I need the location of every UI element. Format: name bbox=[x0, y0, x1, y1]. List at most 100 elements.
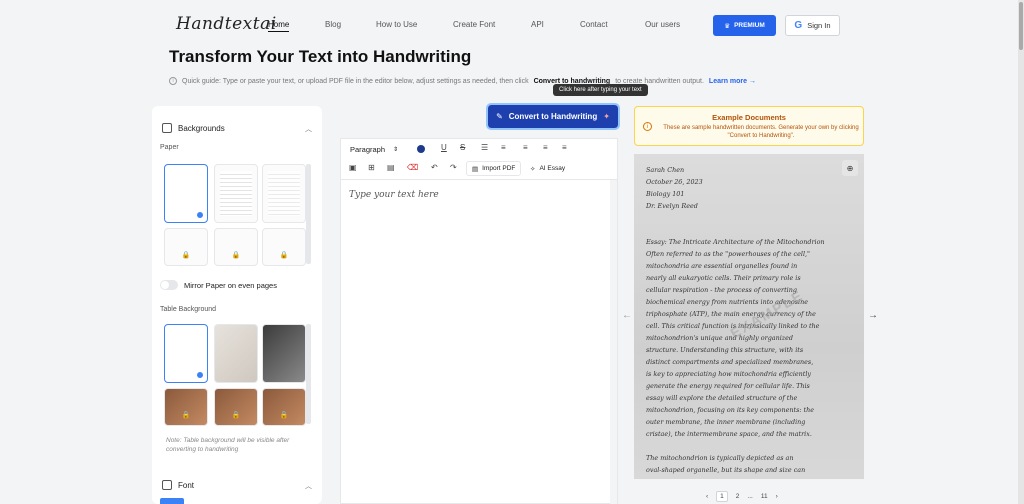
page-title: Transform Your Text into Handwriting bbox=[169, 47, 472, 66]
editor-scrollbar[interactable] bbox=[610, 180, 617, 504]
image-icon bbox=[162, 123, 172, 133]
table-tile-wood-3[interactable]: 🔒 bbox=[262, 388, 306, 426]
font-header[interactable]: Font bbox=[162, 480, 194, 490]
table-tile-wood-1[interactable]: 🔒 bbox=[164, 388, 208, 426]
selected-indicator bbox=[197, 212, 203, 218]
next-arrow-icon[interactable]: → bbox=[868, 310, 878, 321]
text-editor[interactable]: Type your text here bbox=[340, 180, 618, 504]
pager-next-icon[interactable]: › bbox=[776, 493, 778, 500]
lock-icon: 🔒 bbox=[181, 252, 191, 259]
pager-page-11[interactable]: 11 bbox=[761, 493, 768, 500]
table-tile-dark[interactable] bbox=[262, 324, 306, 383]
pager-page-2[interactable]: 2 bbox=[736, 493, 740, 500]
font-icon bbox=[162, 480, 172, 490]
nav-how-to-use[interactable]: How to Use bbox=[376, 20, 417, 29]
crown-icon: ♛ bbox=[724, 22, 731, 30]
premium-label: PREMIUM bbox=[734, 22, 765, 29]
nav-our-users[interactable]: Our users bbox=[645, 20, 680, 29]
premium-button[interactable]: ♛ PREMIUM bbox=[713, 15, 776, 36]
backgrounds-label: Backgrounds bbox=[178, 123, 225, 133]
nav-home[interactable]: Home bbox=[268, 20, 290, 32]
lock-icon: 🔒 bbox=[181, 412, 191, 419]
convert-label: Convert to Handwriting bbox=[508, 112, 598, 121]
chevron-up-icon[interactable]: ︿ bbox=[305, 481, 312, 491]
ai-essay-label: AI Essay bbox=[539, 165, 566, 172]
import-pdf-label: Import PDF bbox=[482, 165, 516, 172]
guide-text: Quick guide: Type or paste your text, or… bbox=[182, 77, 529, 85]
table-tile-white[interactable] bbox=[164, 324, 208, 383]
sign-in-button[interactable]: G Sign In bbox=[785, 15, 840, 36]
lock-icon: 🔒 bbox=[279, 412, 289, 419]
font-label: Font bbox=[178, 480, 195, 490]
editor-toolbar: Paragraph ⇕ U S ☰ ≡ ≡ ≡ ≡ ▣ ⊞ ▤ ⌫ ↶ ↷ ▤ … bbox=[340, 138, 618, 180]
top-header: Handtextai Home Blog How to Use Create F… bbox=[0, 0, 1018, 48]
ai-sparkle-icon: ✧ bbox=[530, 165, 536, 173]
backgrounds-header[interactable]: Backgrounds bbox=[162, 123, 225, 133]
table-tile-wood-2[interactable]: 🔒 bbox=[214, 388, 258, 426]
pager-prev-icon[interactable]: ‹ bbox=[706, 493, 708, 500]
paper-tile-grid[interactable]: 🔒 bbox=[262, 228, 306, 266]
underline-icon[interactable]: U bbox=[441, 143, 447, 152]
convert-tooltip: Click here after typing your text bbox=[553, 84, 648, 96]
handwriting-line: cristae), the intermembrane space, and t… bbox=[646, 430, 812, 438]
example-text: These are sample handwritten documents. … bbox=[663, 125, 859, 140]
paper-tile-lined[interactable] bbox=[214, 164, 258, 223]
nav-contact[interactable]: Contact bbox=[580, 20, 608, 29]
pagination: ‹ 1 2 ... 11 › bbox=[706, 491, 778, 502]
pager-page-1[interactable]: 1 bbox=[716, 491, 728, 502]
paper-tile-plain[interactable] bbox=[164, 164, 208, 223]
convert-to-handwriting-button[interactable]: ✎ Convert to Handwriting ✦ bbox=[486, 103, 620, 130]
nav-create-font[interactable]: Create Font bbox=[453, 20, 495, 29]
editor-placeholder: Type your text here bbox=[349, 190, 439, 200]
table-tile-beige[interactable] bbox=[214, 324, 258, 383]
lock-icon: 🔒 bbox=[231, 412, 241, 419]
quick-guide: i Quick guide: Type or paste your text, … bbox=[169, 77, 756, 85]
logo[interactable]: Handtextai bbox=[176, 14, 277, 34]
example-document-preview: Sarah Chen October 26, 2023 Biology 101 Dr.… bbox=[634, 154, 864, 479]
sparkle-icon: ✦ bbox=[603, 112, 610, 121]
strikethrough-icon[interactable]: S bbox=[460, 143, 465, 152]
paper-tile-lined-beige[interactable] bbox=[262, 164, 306, 223]
align-right-icon[interactable]: ≡ bbox=[562, 143, 567, 152]
numbered-list-icon[interactable]: ≡ bbox=[501, 143, 506, 152]
example-title: Example Documents bbox=[712, 113, 786, 122]
table-scrollbar[interactable] bbox=[306, 324, 311, 424]
settings-panel: Backgrounds ︿ Paper 🔒 🔒 🔒 Mirror Paper o… bbox=[152, 106, 322, 504]
paper-tile-spiral[interactable]: 🔒 bbox=[164, 228, 208, 266]
align-center-icon[interactable]: ≡ bbox=[543, 143, 548, 152]
handwriting-line: oval-shaped organelle, but its shape and… bbox=[646, 466, 806, 474]
redo-icon[interactable]: ↷ bbox=[450, 163, 457, 172]
ai-essay-button[interactable]: ✧ AI Essay bbox=[525, 161, 570, 176]
paragraph-select[interactable]: Paragraph ⇕ bbox=[347, 143, 401, 156]
undo-icon[interactable]: ↶ bbox=[431, 163, 438, 172]
selected-indicator bbox=[197, 372, 203, 378]
paper-scrollbar[interactable] bbox=[306, 164, 311, 264]
bullet-list-icon[interactable]: ☰ bbox=[481, 143, 488, 152]
paper-label: Paper bbox=[160, 144, 179, 151]
zoom-icon[interactable]: ⊕ bbox=[842, 160, 858, 176]
previous-arrow-icon[interactable]: ← bbox=[622, 310, 632, 321]
paper-tile-notebook[interactable]: 🔒 bbox=[214, 228, 258, 266]
nav-blog[interactable]: Blog bbox=[325, 20, 341, 29]
pen-icon: ✎ bbox=[496, 112, 503, 121]
chevron-updown-icon: ⇕ bbox=[392, 147, 398, 153]
import-pdf-button[interactable]: ▤ Import PDF bbox=[466, 161, 522, 176]
learn-more-link[interactable]: Learn more → bbox=[709, 78, 756, 85]
nav-api[interactable]: API bbox=[531, 20, 544, 29]
table-background-label: Table Background bbox=[160, 306, 217, 313]
pdf-icon: ▤ bbox=[472, 165, 479, 173]
document-icon[interactable]: ▤ bbox=[387, 163, 395, 172]
chevron-up-icon[interactable]: ︿ bbox=[305, 124, 312, 134]
table-insert-icon[interactable]: ⊞ bbox=[368, 163, 375, 172]
text-color-button[interactable] bbox=[417, 145, 425, 153]
table-background-note: Note: Table background will be visible a… bbox=[166, 437, 290, 454]
mirror-paper-label: Mirror Paper on even pages bbox=[184, 281, 277, 290]
image-insert-icon[interactable]: ▣ bbox=[349, 163, 357, 172]
lock-icon: 🔒 bbox=[231, 252, 241, 259]
lock-icon: 🔒 bbox=[279, 252, 289, 259]
page-scrollbar[interactable] bbox=[1018, 0, 1024, 504]
mirror-paper-toggle[interactable] bbox=[160, 280, 178, 290]
align-left-icon[interactable]: ≡ bbox=[523, 143, 528, 152]
font-tab-selected[interactable] bbox=[160, 498, 184, 504]
eraser-icon[interactable]: ⌫ bbox=[407, 163, 418, 172]
